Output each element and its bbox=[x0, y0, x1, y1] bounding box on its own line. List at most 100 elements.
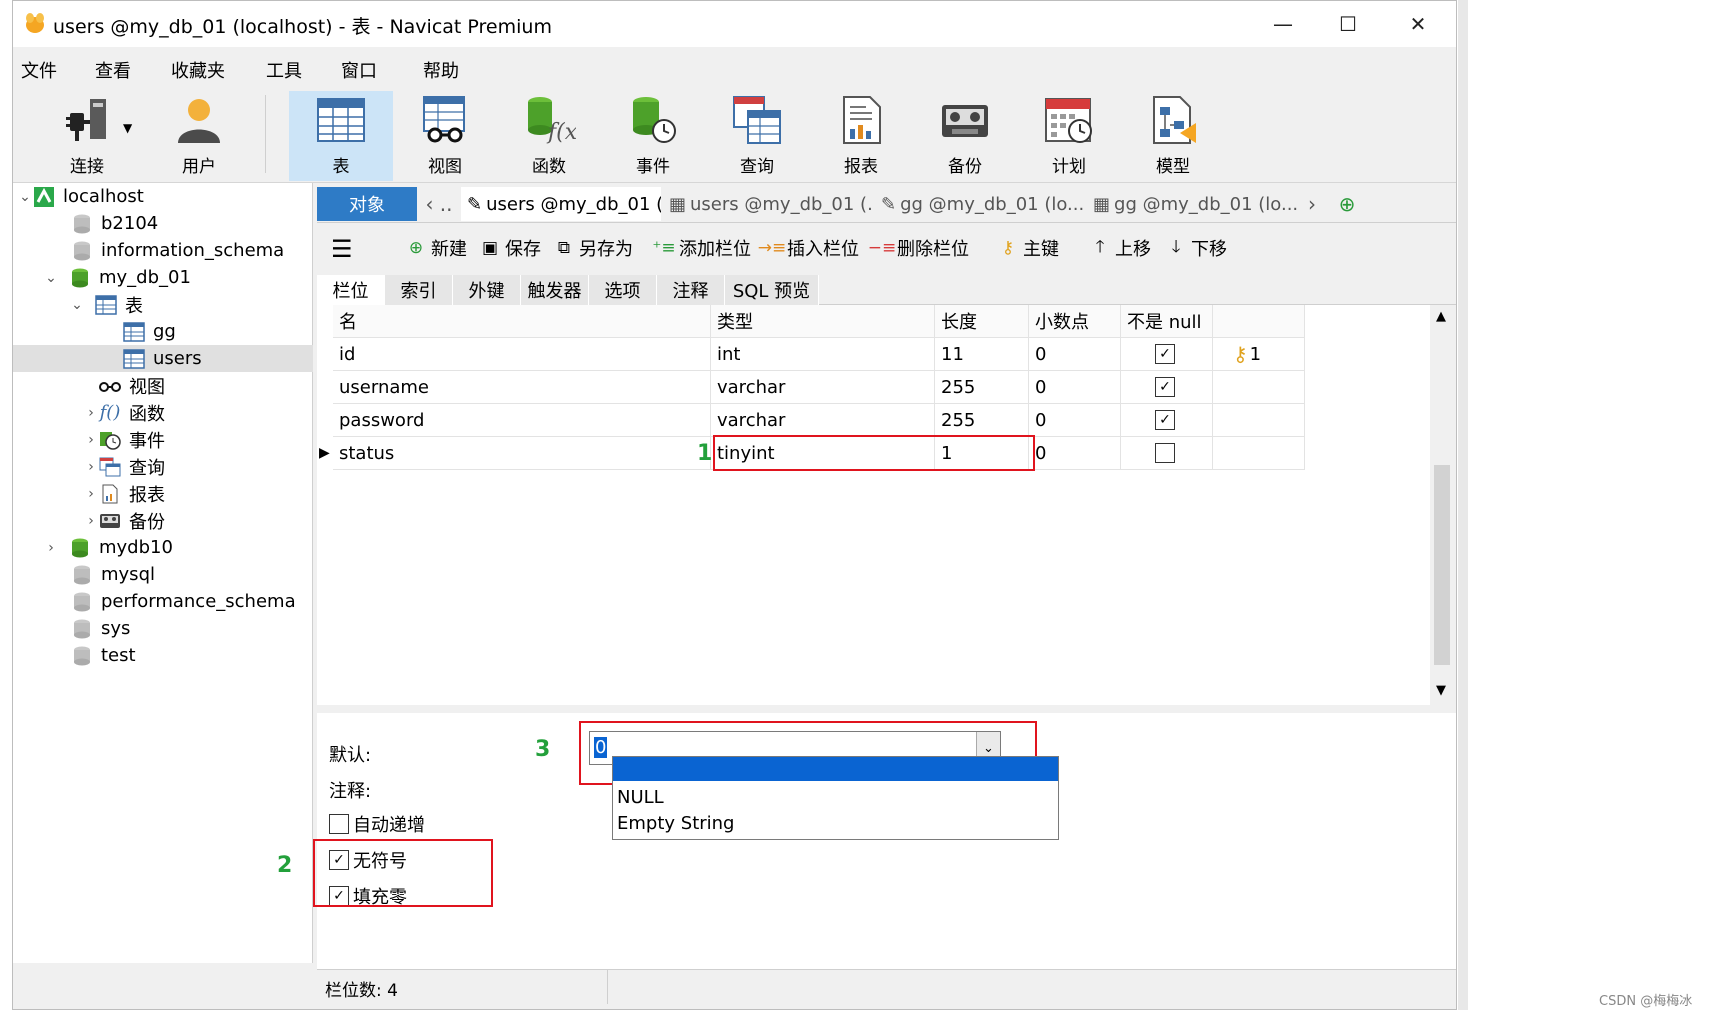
save-button[interactable]: ▣ 保存 bbox=[479, 235, 541, 261]
toolbar-schedule-button[interactable]: 计划 bbox=[1017, 91, 1121, 181]
new-tab-icon[interactable]: ⊕ bbox=[1329, 187, 1365, 221]
tab-gg-data[interactable]: ▦ gg @my_db_01 (lo... bbox=[1087, 187, 1297, 221]
cell-name[interactable]: password bbox=[333, 404, 711, 437]
tree-item-users[interactable]: users bbox=[13, 345, 313, 372]
toolbar-query-button[interactable]: 查询 bbox=[705, 91, 809, 181]
dropdown-option-empty-string[interactable]: Empty String bbox=[617, 813, 734, 834]
cell-name[interactable]: id bbox=[333, 338, 711, 371]
not-null-checkbox[interactable]: ✓ bbox=[1155, 377, 1175, 397]
tree-item-information-schema[interactable]: information_schema bbox=[13, 237, 313, 264]
toolbar-function-button[interactable]: f(x) 函数 bbox=[497, 91, 601, 181]
chevron-down-icon[interactable]: ⌄ bbox=[69, 297, 85, 313]
toolbar-event-button[interactable]: 事件 bbox=[601, 91, 705, 181]
tree-item-backups[interactable]: › 备份 bbox=[13, 507, 313, 534]
column-header-name[interactable]: 名 bbox=[333, 305, 711, 338]
subtab-options[interactable]: 选项 bbox=[589, 275, 657, 305]
tree-item-test[interactable]: test bbox=[13, 642, 313, 669]
toolbar-backup-button[interactable]: 备份 bbox=[913, 91, 1017, 181]
menu-favorites[interactable]: 收藏夹 bbox=[171, 57, 225, 83]
tree-item-queries[interactable]: › 查询 bbox=[13, 453, 313, 480]
not-null-checkbox[interactable]: ✓ bbox=[1155, 410, 1175, 430]
tab-gg-design[interactable]: ✎ gg @my_db_01 (lo... bbox=[875, 187, 1085, 221]
tree-item-tables[interactable]: ⌄ 表 bbox=[13, 291, 313, 318]
dropdown-option-null[interactable]: NULL bbox=[617, 787, 664, 808]
subtab-foreign-keys[interactable]: 外键 bbox=[453, 275, 521, 305]
not-null-checkbox[interactable] bbox=[1155, 443, 1175, 463]
tab-scroll-left[interactable]: ‹ .. bbox=[417, 187, 461, 221]
menu-view[interactable]: 查看 bbox=[95, 57, 131, 83]
chevron-right-icon[interactable]: › bbox=[43, 540, 59, 556]
auto-increment-checkbox[interactable] bbox=[329, 814, 349, 834]
cell-length[interactable]: 11 bbox=[935, 338, 1029, 371]
cell-name[interactable]: status bbox=[333, 437, 711, 470]
tree-item-b2104[interactable]: b2104 bbox=[13, 210, 313, 237]
tab-scroll-right[interactable]: › bbox=[1299, 187, 1325, 221]
menu-tools[interactable]: 工具 bbox=[266, 57, 302, 83]
menu-help[interactable]: 帮助 bbox=[423, 57, 459, 83]
save-as-button[interactable]: ⧉ 另存为 bbox=[553, 235, 633, 261]
close-button[interactable]: ✕ bbox=[1383, 1, 1453, 47]
chevron-down-icon[interactable]: ⌄ bbox=[17, 189, 33, 205]
cell-decimals[interactable]: 0 bbox=[1029, 404, 1121, 437]
menu-window[interactable]: 窗口 bbox=[341, 57, 377, 83]
toolbar-report-button[interactable]: 报表 bbox=[809, 91, 913, 181]
cell-decimals[interactable]: 0 bbox=[1029, 371, 1121, 404]
cell-decimals[interactable]: 0 bbox=[1029, 338, 1121, 371]
subtab-sql-preview[interactable]: SQL 预览 bbox=[725, 275, 819, 305]
minimize-button[interactable]: — bbox=[1248, 1, 1318, 47]
subtab-comment[interactable]: 注释 bbox=[657, 275, 725, 305]
tree-item-functions[interactable]: › f() 函数 bbox=[13, 399, 313, 426]
column-header-not-null[interactable]: 不是 null bbox=[1121, 305, 1213, 338]
dropdown-option-empty[interactable] bbox=[613, 757, 1058, 781]
maximize-button[interactable]: ☐ bbox=[1313, 1, 1383, 47]
primary-key-button[interactable]: ⚷ 主键 bbox=[997, 235, 1059, 261]
tree-item-events[interactable]: › 事件 bbox=[13, 426, 313, 453]
column-header-type[interactable]: 类型 bbox=[711, 305, 935, 338]
toolbar-user-button[interactable]: 用户 bbox=[147, 91, 251, 181]
move-up-button[interactable]: 🡑 上移 bbox=[1089, 235, 1151, 261]
auto-increment-option[interactable]: 自动递增 bbox=[329, 811, 425, 837]
insert-field-button[interactable]: →≡ 插入栏位 bbox=[758, 235, 859, 261]
cell-type[interactable]: varchar bbox=[711, 404, 935, 437]
add-field-button[interactable]: ⁺≡ 添加栏位 bbox=[652, 235, 751, 261]
tree-item-mysql[interactable]: mysql bbox=[13, 561, 313, 588]
chevron-right-icon[interactable]: › bbox=[83, 486, 99, 502]
tree-item-reports[interactable]: › 报表 bbox=[13, 480, 313, 507]
toolbar-model-button[interactable]: 模型 bbox=[1121, 91, 1225, 181]
tab-users-design[interactable]: ✎ users @my_db_01 (... bbox=[461, 187, 661, 221]
subtab-fields[interactable]: 栏位 bbox=[317, 275, 385, 305]
scroll-down-icon[interactable]: ▼ bbox=[1436, 683, 1446, 698]
tree-item-views[interactable]: 视图 bbox=[13, 372, 313, 399]
cell-length[interactable]: 255 bbox=[935, 371, 1029, 404]
toolbar-view-button[interactable]: 视图 bbox=[393, 91, 497, 181]
chevron-right-icon[interactable]: › bbox=[83, 459, 99, 475]
subtab-indexes[interactable]: 索引 bbox=[385, 275, 453, 305]
column-header-key[interactable] bbox=[1213, 305, 1305, 338]
cell-decimals[interactable]: 0 bbox=[1029, 437, 1121, 470]
column-header-decimals[interactable]: 小数点 bbox=[1029, 305, 1121, 338]
cell-type[interactable]: varchar bbox=[711, 371, 935, 404]
cell-type[interactable]: int bbox=[711, 338, 935, 371]
column-header-length[interactable]: 长度 bbox=[935, 305, 1029, 338]
move-down-button[interactable]: 🡓 下移 bbox=[1165, 235, 1227, 261]
toolbar-table-button[interactable]: 表 bbox=[289, 91, 393, 181]
chevron-down-icon[interactable]: ⌄ bbox=[43, 270, 59, 286]
cell-length[interactable]: 255 bbox=[935, 404, 1029, 437]
new-button[interactable]: ⊕ 新建 bbox=[405, 235, 467, 261]
cell-not-null[interactable]: ✓ bbox=[1121, 338, 1213, 371]
scroll-thumb[interactable] bbox=[1434, 465, 1450, 665]
tree-item-gg[interactable]: gg bbox=[13, 318, 313, 345]
toolbar-connect-button[interactable]: 连接 bbox=[35, 91, 139, 181]
connect-dropdown-icon[interactable]: ▼ bbox=[123, 121, 132, 135]
subtab-triggers[interactable]: 触发器 bbox=[521, 275, 589, 305]
tree-item-localhost[interactable]: ⌄ localhost bbox=[13, 183, 313, 210]
cell-not-null[interactable]: ✓ bbox=[1121, 404, 1213, 437]
tree-item-my-db-01[interactable]: ⌄ my_db_01 bbox=[13, 264, 313, 291]
chevron-right-icon[interactable]: › bbox=[83, 513, 99, 529]
scroll-up-icon[interactable]: ▲ bbox=[1436, 309, 1446, 324]
cell-not-null[interactable]: ✓ bbox=[1121, 371, 1213, 404]
cell-name[interactable]: username bbox=[333, 371, 711, 404]
hamburger-menu-icon[interactable]: ☰ bbox=[331, 235, 353, 263]
tab-users-data[interactable]: ▦ users @my_db_01 (... bbox=[663, 187, 873, 221]
grid-scrollbar[interactable]: ▲ ▼ bbox=[1430, 305, 1454, 705]
